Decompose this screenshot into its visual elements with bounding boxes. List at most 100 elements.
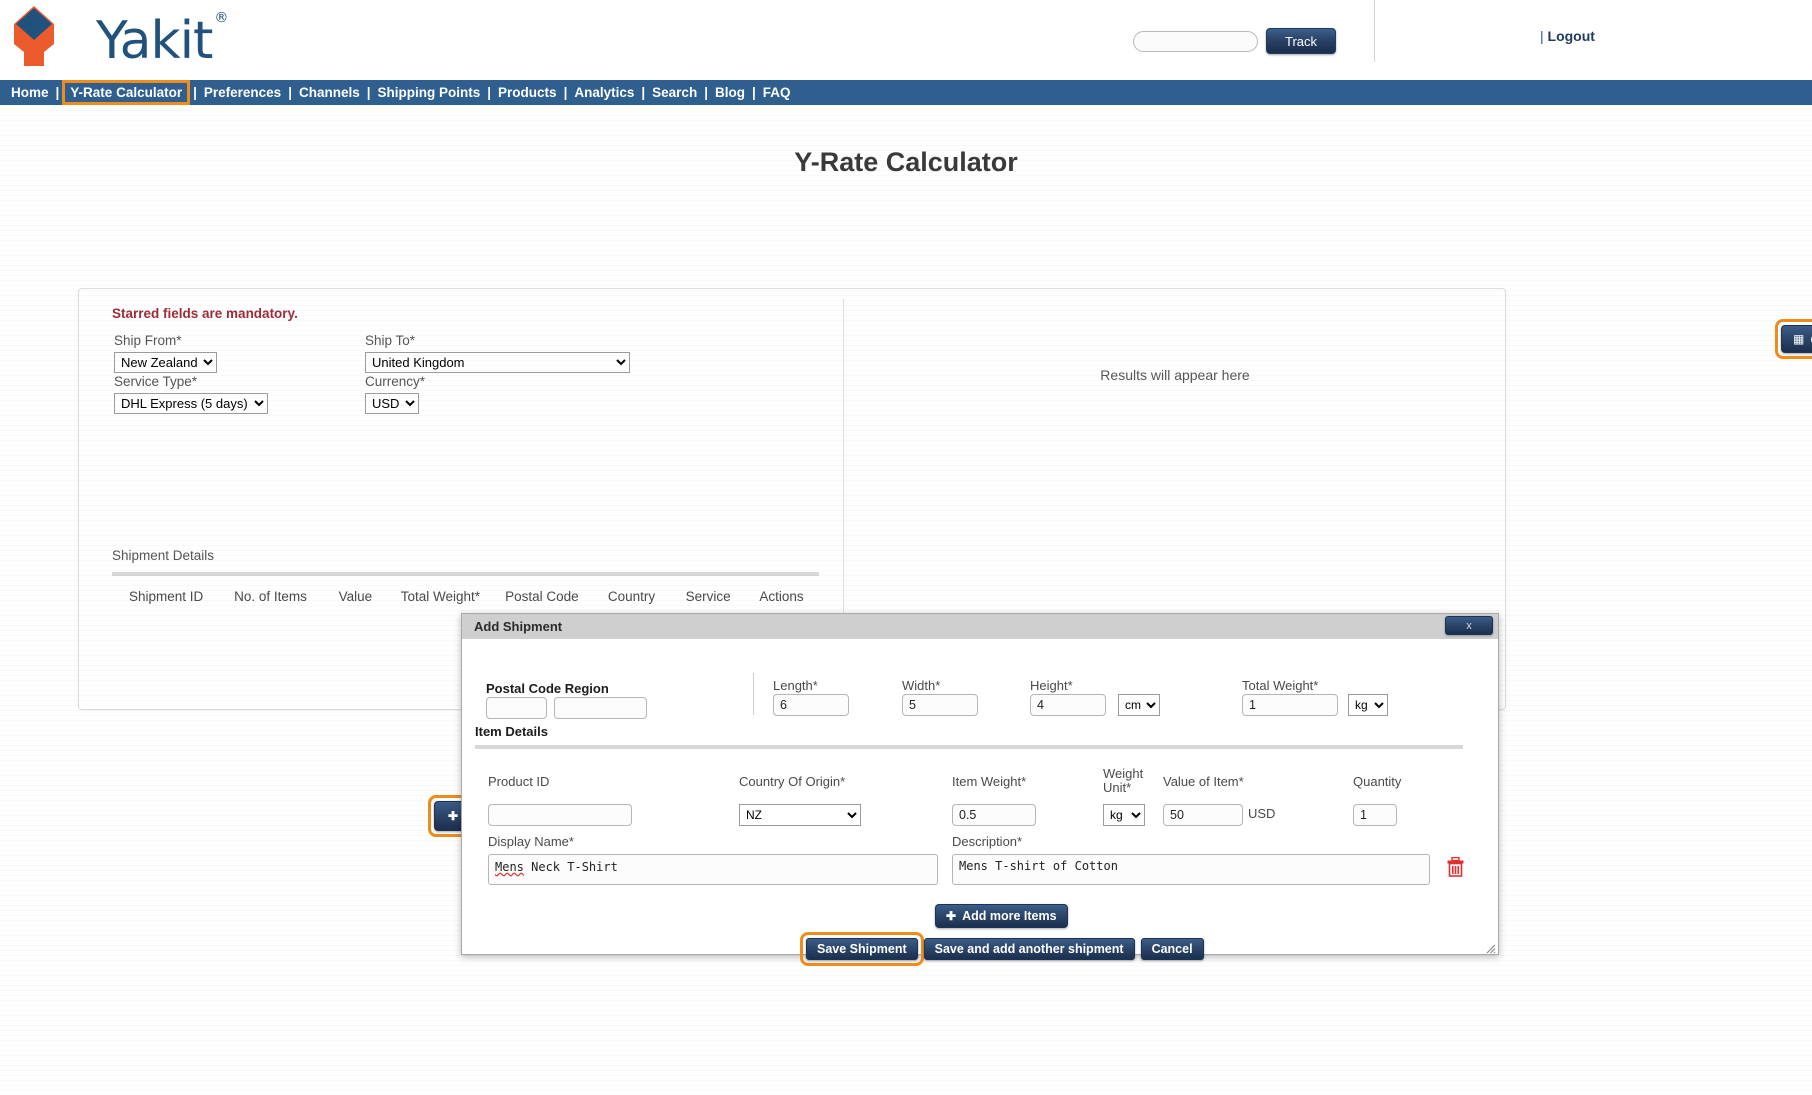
nav-item-home[interactable]: Home	[8, 84, 52, 101]
currency-select[interactable]: USD	[365, 393, 419, 414]
country-of-origin-select[interactable]: NZ	[739, 804, 861, 826]
nav-separator: |	[563, 85, 568, 100]
postal-code-label: Postal Code Region	[486, 681, 609, 696]
nav-item-search[interactable]: Search	[649, 84, 700, 101]
dialog-title: Add Shipment	[474, 619, 563, 634]
nav-separator: |	[641, 85, 646, 100]
weight-unit-label: Weight Unit*	[1103, 766, 1144, 795]
height-input[interactable]	[1030, 694, 1106, 716]
nav-item-preferences[interactable]: Preferences	[201, 84, 284, 101]
height-label: Height*	[1030, 678, 1073, 693]
nav-item-analytics[interactable]: Analytics	[571, 84, 637, 101]
product-id-input[interactable]	[488, 804, 632, 826]
registered-mark: ®	[214, 9, 228, 26]
header-divider	[1374, 0, 1375, 62]
logout-separator: |	[1540, 28, 1544, 44]
width-label: Width*	[902, 678, 941, 693]
display-name-input[interactable]	[488, 854, 938, 885]
nav-item-shipping-points[interactable]: Shipping Points	[375, 84, 484, 101]
calculator-icon: ▦	[1793, 332, 1805, 346]
region-input[interactable]	[554, 697, 647, 719]
total-weight-input[interactable]	[1242, 694, 1338, 716]
table-column-header: Value	[338, 589, 373, 604]
nav-separator: |	[751, 85, 756, 100]
table-column-header: No. of Items	[234, 589, 307, 604]
country-of-origin-label: Country Of Origin*	[739, 774, 846, 789]
table-header-row: Shipment ID No. of Items Value Total Weight…	[114, 583, 817, 610]
resize-handle-icon[interactable]	[1484, 942, 1496, 954]
display-name-label: Display Name*	[488, 834, 574, 849]
table-column-header: Actions	[759, 589, 804, 604]
value-of-item-input[interactable]	[1163, 804, 1243, 826]
description-label: Description*	[952, 834, 1023, 849]
dialog-vertical-divider	[753, 673, 754, 715]
item-details-label: Item Details	[475, 724, 548, 739]
ship-to-select[interactable]: United Kingdom	[365, 352, 630, 373]
trash-icon[interactable]	[1447, 857, 1464, 877]
width-input[interactable]	[902, 694, 978, 716]
service-type-select[interactable]: DHL Express (5 days)	[114, 393, 268, 414]
currency-label: Currency*	[365, 374, 426, 389]
plus-icon: ✚	[946, 909, 957, 923]
length-input[interactable]	[773, 694, 849, 716]
table-column-header: Service	[685, 589, 731, 604]
table-column-header: Total Weight*	[400, 589, 481, 604]
add-more-items-label: Add more Items	[962, 909, 1057, 923]
nav-item-y-rate-calculator[interactable]: Y-Rate Calculator	[62, 80, 191, 105]
value-of-item-label: Value of Item*	[1163, 774, 1244, 789]
shipment-details-rule	[112, 572, 819, 576]
nav-separator: |	[704, 85, 708, 100]
nav-item-products[interactable]: Products	[495, 84, 560, 101]
get-rates-button[interactable]: ▦ Get Rates	[1781, 325, 1812, 353]
page-title: Y-Rate Calculator	[794, 147, 1018, 177]
nav-separator: |	[366, 85, 371, 100]
total-weight-label: Total Weight*	[1242, 678, 1319, 693]
dimension-unit-select[interactable]: cm	[1118, 694, 1160, 716]
item-weight-unit-select[interactable]: kg	[1103, 804, 1145, 826]
cancel-button[interactable]: Cancel	[1140, 938, 1204, 960]
get-rates-highlight: ▦ Get Rates	[1775, 319, 1812, 359]
nav-separator: |	[55, 85, 60, 100]
table-column-header: Shipment ID	[128, 589, 204, 604]
track-button[interactable]: Track	[1266, 28, 1336, 54]
quantity-label: Quantity	[1353, 774, 1402, 789]
description-input[interactable]: Mens T-shirt of Cotton	[952, 854, 1430, 885]
postal-code-input[interactable]	[486, 697, 547, 719]
close-icon[interactable]: x	[1445, 616, 1493, 635]
table-column-header: Country	[607, 589, 656, 604]
nav-item-faq[interactable]: FAQ	[760, 84, 794, 101]
rate-actions-row: ▦ Get Rates ↻ Reset 💾 Save as default	[1775, 319, 1812, 359]
product-id-label: Product ID	[488, 774, 550, 789]
yakit-logo-text: Yakit ®	[96, 9, 228, 71]
item-weight-label: Item Weight*	[952, 774, 1027, 789]
track-input[interactable]	[1133, 30, 1258, 52]
value-currency-label: USD	[1248, 806, 1276, 821]
length-label: Length*	[773, 678, 818, 693]
page-content: Y-Rate Calculator Starred fields are man…	[0, 105, 1812, 1095]
nav-separator: |	[487, 85, 492, 100]
dialog-body: Postal Code Region Length* Width* Height…	[462, 639, 1498, 966]
save-and-add-another-button[interactable]: Save and add another shipment	[923, 938, 1135, 960]
nav-item-blog[interactable]: Blog	[712, 84, 748, 101]
save-shipment-button[interactable]: Save Shipment	[806, 938, 918, 960]
results-placeholder: Results will appear here	[1100, 367, 1250, 383]
yakit-logo-mark	[14, 6, 54, 66]
item-weight-input[interactable]	[952, 804, 1036, 826]
ship-from-label: Ship From*	[114, 333, 182, 348]
plus-icon: ✚	[448, 809, 459, 823]
shipment-details-table: Shipment ID No. of Items Value Total Weight…	[112, 581, 819, 612]
nav-item-channels[interactable]: Channels	[296, 84, 363, 101]
yakit-logo[interactable]: Yakit ®	[10, 4, 228, 72]
add-shipment-dialog: Add Shipment x Postal Code Region Length…	[461, 613, 1499, 966]
logout-link[interactable]: Logout	[1548, 28, 1595, 44]
ship-from-select[interactable]: New Zealand	[114, 352, 217, 373]
save-shipment-highlight: Save Shipment	[800, 932, 924, 966]
site-header: Yakit ® Track | Logout	[0, 0, 1812, 80]
item-details-rule	[475, 745, 1463, 749]
dialog-titlebar[interactable]: Add Shipment x	[462, 614, 1498, 639]
quantity-input[interactable]	[1353, 804, 1397, 826]
add-more-items-button[interactable]: ✚ Add more Items	[935, 904, 1068, 928]
total-weight-unit-select[interactable]: kg	[1348, 694, 1388, 716]
ship-to-label: Ship To*	[365, 333, 416, 348]
main-navigation: Home | Y-Rate Calculator | Preferences | Chann…	[0, 80, 1812, 105]
